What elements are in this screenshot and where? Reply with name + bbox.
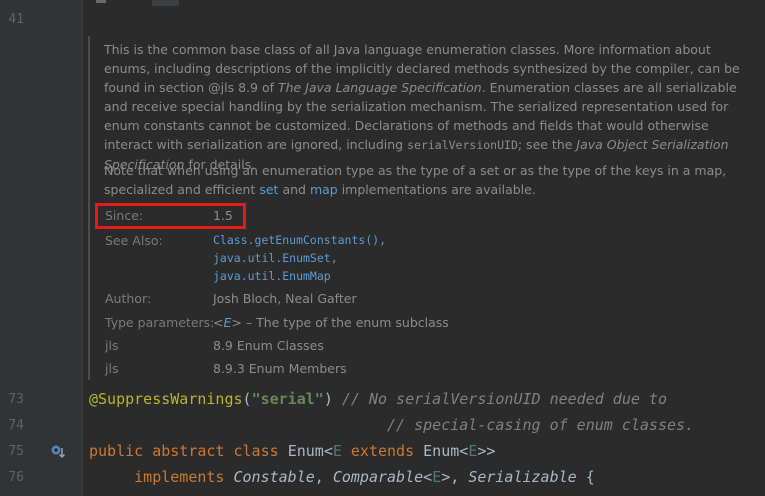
line-number: 74	[8, 418, 24, 433]
code-fragment	[152, 0, 179, 6]
see-also-link[interactable]: java.util.EnumSet,	[213, 251, 338, 265]
doc-paragraph: Note that when using an enumeration type…	[104, 163, 727, 197]
jls-label: jls	[105, 361, 119, 376]
set-link[interactable]: set	[259, 182, 278, 197]
author-label: Author:	[105, 291, 152, 306]
gutter-separator	[82, 0, 83, 496]
line-number: 41	[8, 12, 24, 27]
map-link[interactable]: map	[310, 182, 338, 197]
code-line-76[interactable]: implements Constable, Comparable<E>, Ser…	[89, 468, 595, 486]
type-params-label: Type parameters:	[105, 315, 215, 330]
overrides-marker-icon[interactable]	[50, 444, 66, 460]
code-line-73[interactable]: @SuppressWarnings("serial") // No serial…	[89, 390, 667, 408]
doc-paragraph: This is the common base class of all Jav…	[104, 42, 740, 172]
jls-label: jls	[105, 338, 119, 353]
code-line-74[interactable]: // special-casing of enum classes.	[89, 416, 694, 434]
type-params-value: <E> – The type of the enum subclass	[213, 315, 449, 330]
highlight-box	[95, 203, 246, 229]
jls-value: 8.9 Enum Classes	[213, 338, 324, 353]
code-fragment	[96, 0, 106, 3]
line-number: 73	[8, 392, 24, 407]
see-also-link[interactable]: Class.getEnumConstants(),	[213, 233, 386, 247]
line-number: 75	[8, 444, 24, 459]
line-number: 76	[8, 470, 24, 485]
author-value: Josh Bloch, Neal Gafter	[213, 291, 357, 306]
see-also-link[interactable]: java.util.EnumMap	[213, 269, 331, 283]
javadoc-bar	[88, 36, 90, 380]
code-line-75[interactable]: public abstract class Enum<E extends Enu…	[89, 442, 495, 460]
jls-value: 8.9.3 Enum Members	[213, 361, 347, 376]
see-also-label: See Also:	[105, 233, 163, 248]
